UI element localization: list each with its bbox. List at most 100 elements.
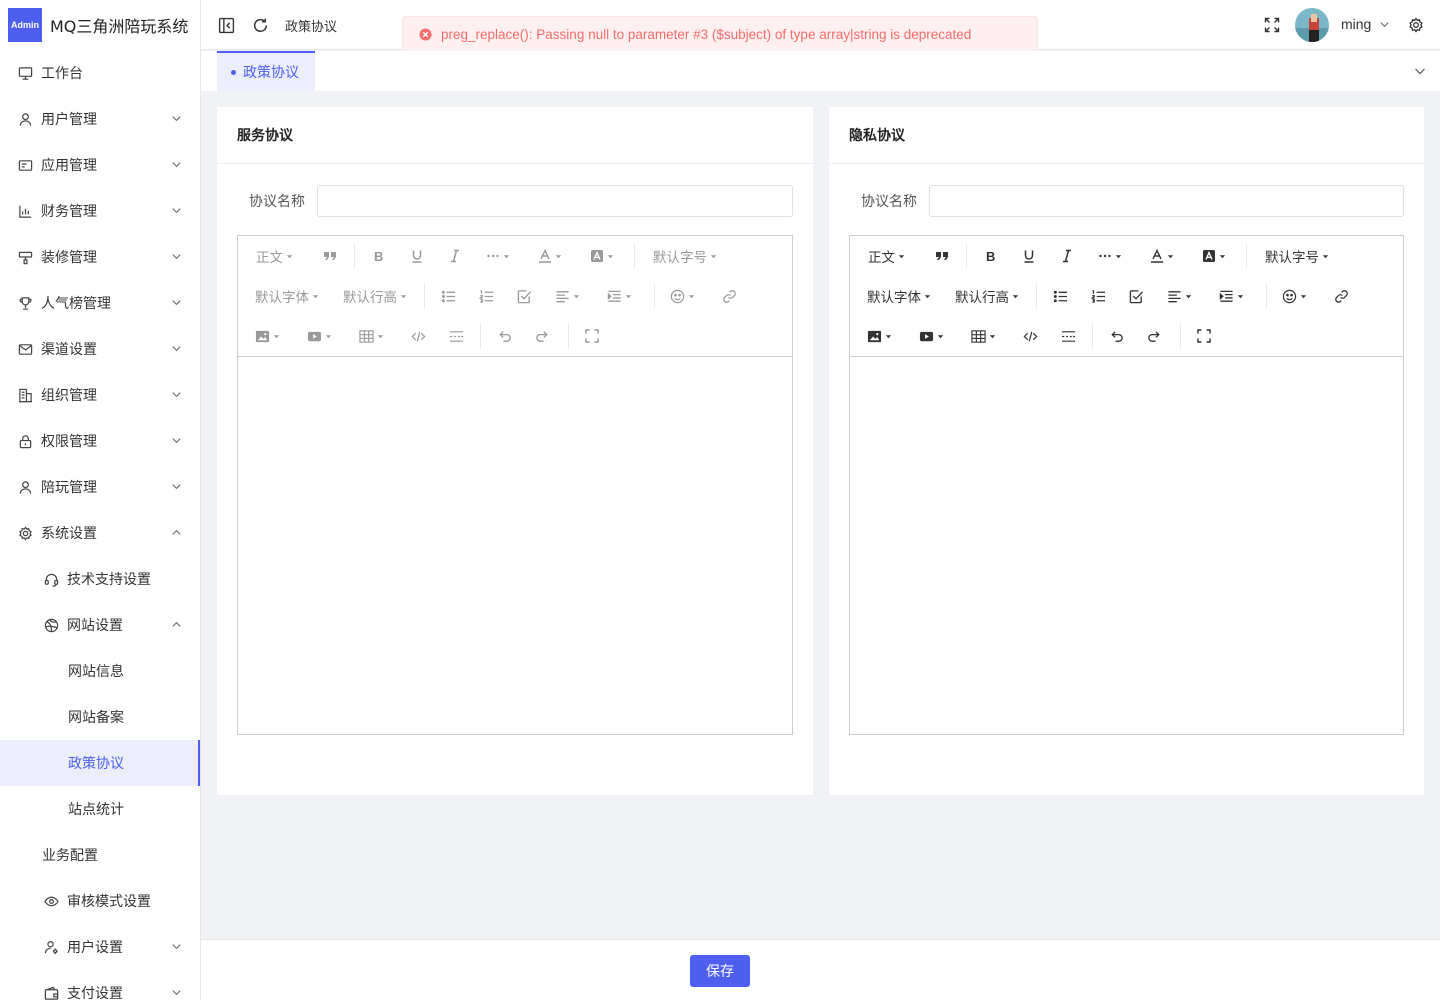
sidebar-item-label: 渠道设置 (41, 342, 97, 358)
sidebar-item-label: 用户管理 (41, 112, 97, 128)
bullet-list-icon[interactable] (1053, 276, 1068, 316)
sidebar-item-finance-management[interactable]: 财务管理 (0, 188, 200, 234)
sidebar-item-system-settings[interactable]: 系统设置 (0, 510, 200, 556)
sidebar-item-companion-management[interactable]: 陪玩管理 (0, 464, 200, 510)
indent-icon[interactable] (607, 276, 632, 316)
chevron-down-icon (171, 113, 182, 124)
agreement-name-input[interactable] (929, 185, 1404, 217)
sidebar-item-workbench[interactable]: 工作台 (0, 50, 200, 96)
table-icon[interactable] (359, 316, 384, 356)
card-title: 隐私协议 (829, 107, 1424, 164)
more-icon[interactable] (1098, 236, 1122, 276)
editor-content[interactable] (238, 357, 792, 734)
undo-icon[interactable] (1109, 316, 1124, 356)
fullscreen-editor-icon[interactable] (1197, 316, 1211, 356)
chevron-down-icon (171, 435, 182, 446)
logo-badge: Admin (8, 8, 42, 42)
bg-color-icon[interactable] (590, 236, 614, 276)
sidebar-item-website-settings[interactable]: 网站设置 (0, 602, 200, 648)
quote-icon[interactable] (934, 236, 950, 276)
sidebar-item-user-management[interactable]: 用户管理 (0, 96, 200, 142)
code-icon[interactable] (1023, 316, 1038, 356)
link-icon[interactable] (722, 276, 737, 316)
save-button[interactable]: 保存 (690, 955, 750, 987)
chevron-down-icon (171, 251, 182, 262)
bold-icon[interactable]: B (372, 236, 386, 276)
font-color-icon[interactable] (1150, 236, 1174, 276)
active-dot (231, 69, 236, 75)
chevron-down-icon[interactable] (1414, 65, 1426, 77)
underline-icon[interactable] (410, 236, 424, 276)
toolbar-font-size-select[interactable]: 默认字号 (653, 236, 717, 276)
chevron-down-icon[interactable] (1379, 19, 1390, 30)
emoji-icon[interactable] (1282, 276, 1307, 316)
toolbar-line-height-select[interactable]: 默认行高 (343, 276, 407, 316)
sidebar-item-user-settings[interactable]: 用户设置 (0, 924, 200, 970)
align-icon[interactable] (1167, 276, 1192, 316)
user-settings-icon (43, 939, 59, 955)
toolbar-select-label: 默认字体 (867, 290, 921, 306)
link-icon[interactable] (1334, 276, 1349, 316)
refresh-icon[interactable] (251, 16, 269, 34)
username[interactable]: ming (1341, 16, 1371, 32)
bg-color-icon[interactable] (1202, 236, 1226, 276)
sidebar-item-payment-settings[interactable]: 支付设置 (0, 970, 200, 1000)
sidebar-item-site-statistics[interactable]: 站点统计 (0, 786, 200, 832)
sidebar-item-app-management[interactable]: 应用管理 (0, 142, 200, 188)
sidebar-item-organization-management[interactable]: 组织管理 (0, 372, 200, 418)
agreement-name-row: 协议名称 (237, 185, 793, 217)
table-icon[interactable] (971, 316, 996, 356)
sidebar: Admin MQ三角洲陪玩系统 工作台 用户管理 应用管理 财务管理 装修管理 … (0, 0, 201, 1000)
sidebar-item-business-config[interactable]: 业务配置 (0, 832, 200, 878)
toolbar-font-family-select[interactable]: 默认字体 (255, 276, 319, 316)
toolbar-font-size-select[interactable]: 默认字号 (1265, 236, 1329, 276)
redo-icon[interactable] (1147, 316, 1162, 356)
bullet-list-icon[interactable] (441, 276, 456, 316)
rich-text-editor: 正文 B 默认字号默认字体 默认行高 (237, 235, 793, 735)
numbered-list-icon[interactable] (479, 276, 494, 316)
bold-icon[interactable]: B (984, 236, 998, 276)
settings-gear-icon[interactable] (1407, 16, 1425, 34)
sidebar-item-tech-support[interactable]: 技术支持设置 (0, 556, 200, 602)
code-icon[interactable] (411, 316, 426, 356)
sidebar-item-website-info[interactable]: 网站信息 (0, 648, 200, 694)
numbered-list-icon[interactable] (1091, 276, 1106, 316)
image-icon[interactable] (867, 316, 892, 356)
more-icon[interactable] (486, 236, 510, 276)
italic-icon[interactable] (448, 236, 462, 276)
sidebar-item-permission-management[interactable]: 权限管理 (0, 418, 200, 464)
divider-icon[interactable] (1061, 316, 1076, 356)
toolbar-heading-select[interactable]: 正文 (868, 236, 905, 276)
fullscreen-editor-icon[interactable] (585, 316, 599, 356)
indent-icon[interactable] (1219, 276, 1244, 316)
emoji-icon[interactable] (670, 276, 695, 316)
todo-icon[interactable] (517, 276, 532, 316)
sidebar-item-website-filing[interactable]: 网站备案 (0, 694, 200, 740)
agreement-name-input[interactable] (317, 185, 793, 217)
sidebar-item-review-mode[interactable]: 审核模式设置 (0, 878, 200, 924)
italic-icon[interactable] (1060, 236, 1074, 276)
video-icon[interactable] (919, 316, 944, 356)
sidebar-item-popularity-management[interactable]: 人气榜管理 (0, 280, 200, 326)
sidebar-item-policy-agreement[interactable]: 政策协议 (0, 740, 200, 786)
todo-icon[interactable] (1129, 276, 1144, 316)
sidebar-item-decoration-management[interactable]: 装修管理 (0, 234, 200, 280)
avatar[interactable] (1295, 8, 1329, 42)
collapse-sidebar-icon[interactable] (217, 16, 235, 34)
undo-icon[interactable] (497, 316, 512, 356)
video-icon[interactable] (307, 316, 332, 356)
toolbar-font-family-select[interactable]: 默认字体 (867, 276, 931, 316)
underline-icon[interactable] (1022, 236, 1036, 276)
fullscreen-icon[interactable] (1263, 16, 1281, 34)
toolbar-line-height-select[interactable]: 默认行高 (955, 276, 1019, 316)
toolbar-heading-select[interactable]: 正文 (256, 236, 293, 276)
redo-icon[interactable] (535, 316, 550, 356)
divider-icon[interactable] (449, 316, 464, 356)
editor-content[interactable] (850, 357, 1403, 734)
image-icon[interactable] (255, 316, 280, 356)
font-color-icon[interactable] (538, 236, 562, 276)
align-icon[interactable] (555, 276, 580, 316)
tag-policy-agreement[interactable]: 政策协议 (217, 51, 315, 91)
sidebar-item-channel-settings[interactable]: 渠道设置 (0, 326, 200, 372)
quote-icon[interactable] (322, 236, 338, 276)
